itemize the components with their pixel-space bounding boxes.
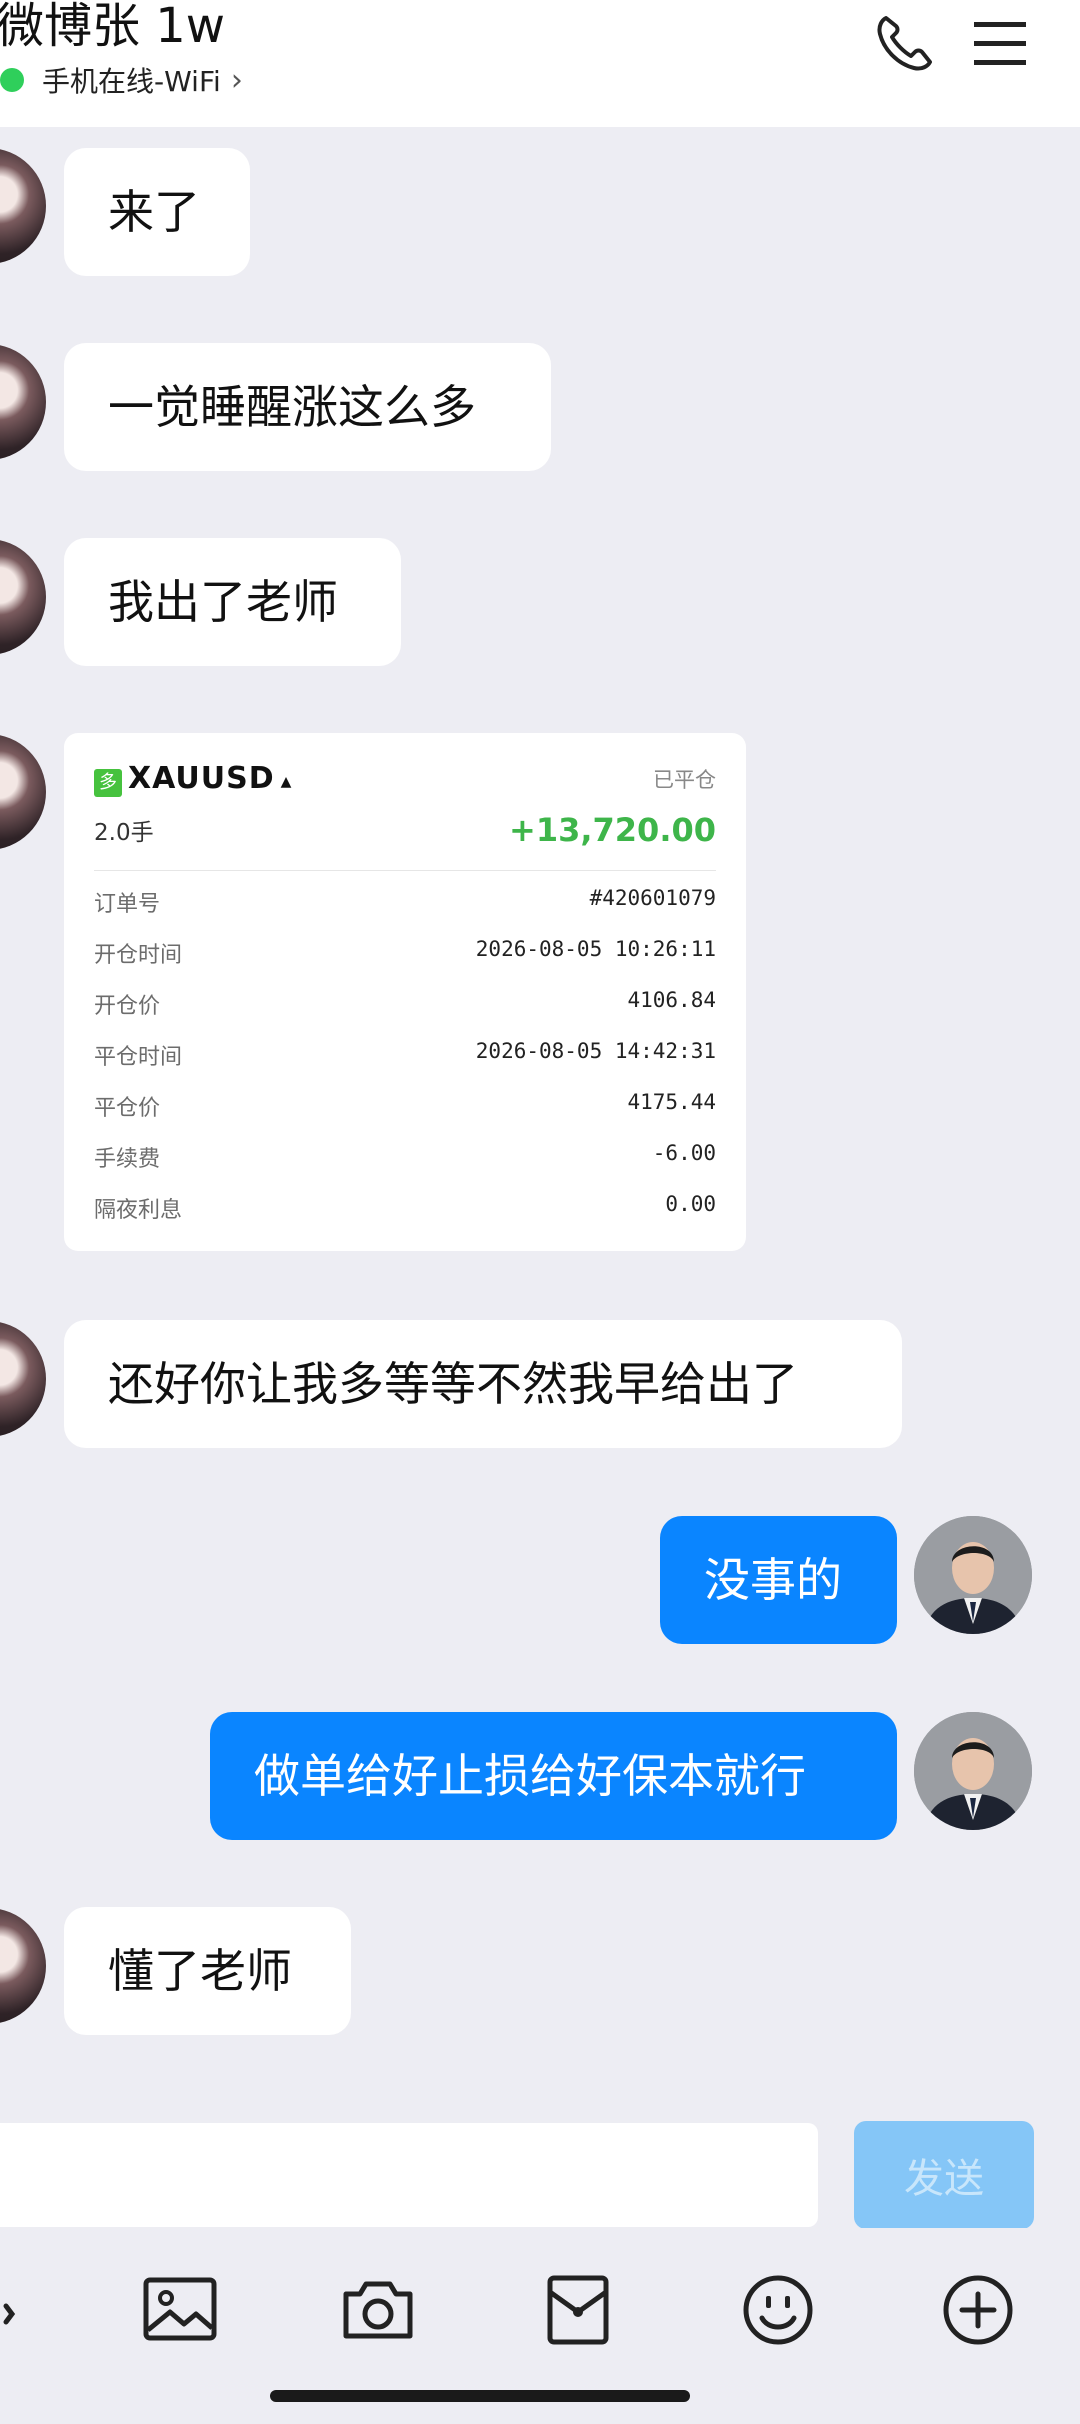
- contact-avatar[interactable]: [0, 1908, 46, 2024]
- online-status[interactable]: 手机在线-WiFi ›: [0, 60, 243, 100]
- close-price-value: 4175.44: [627, 1090, 716, 1114]
- order-id-label: 订单号: [94, 892, 161, 917]
- trade-symbol: XAUUSD: [128, 761, 275, 796]
- trade-symbol-row: 多 XAUUSD ▲: [94, 761, 291, 797]
- card-divider: [94, 870, 716, 871]
- trade-lots: 2.0手: [94, 820, 154, 846]
- menu-icon[interactable]: [968, 12, 1032, 76]
- message-bubble-outgoing[interactable]: 做单给好止损给好保本就行: [210, 1712, 897, 1840]
- open-price-label: 开仓价: [94, 994, 161, 1019]
- emoji-icon[interactable]: [738, 2270, 818, 2350]
- contact-avatar[interactable]: [0, 148, 46, 264]
- message-bubble-incoming[interactable]: 一觉睡醒涨这么多: [64, 343, 551, 471]
- contact-avatar[interactable]: [0, 1321, 46, 1437]
- commission-label: 手续费: [94, 1147, 161, 1172]
- message-bubble-incoming[interactable]: 来了: [64, 148, 250, 276]
- red-packet-icon[interactable]: [538, 2270, 618, 2350]
- message-bubble-incoming[interactable]: 还好你让我多等等不然我早给出了: [64, 1320, 902, 1448]
- close-time-value: 2026-08-05 14:42:31: [475, 1039, 716, 1063]
- chevron-right-icon: ›: [230, 62, 243, 98]
- image-icon[interactable]: [140, 2270, 220, 2350]
- camera-icon[interactable]: [338, 2270, 418, 2350]
- message-bubble-incoming[interactable]: 懂了老师: [64, 1907, 351, 2035]
- order-id-value: #420601079: [589, 886, 716, 910]
- chat-title[interactable]: 微博张 1w: [0, 0, 225, 52]
- contact-avatar[interactable]: [0, 539, 46, 655]
- open-price-value: 4106.84: [627, 988, 716, 1012]
- long-badge: 多: [94, 769, 122, 797]
- my-avatar[interactable]: [914, 1712, 1032, 1830]
- contact-avatar[interactable]: [0, 344, 46, 460]
- person-icon: [914, 1516, 1032, 1634]
- chat-header: 微博张 1w 手机在线-WiFi ›: [0, 0, 1080, 127]
- caret-up-icon: ▲: [280, 774, 292, 790]
- swap-label: 隔夜利息: [94, 1198, 183, 1223]
- trade-pnl: +13,720.00: [509, 811, 716, 849]
- message-input[interactable]: [0, 2123, 818, 2227]
- voice-icon[interactable]: [0, 2270, 40, 2350]
- trade-card[interactable]: 多 XAUUSD ▲ 已平仓 2.0手 +13,720.00 订单号 #420601…: [64, 733, 746, 1251]
- close-time-label: 平仓时间: [94, 1045, 183, 1070]
- plus-icon[interactable]: [938, 2270, 1018, 2350]
- open-time-value: 2026-08-05 10:26:11: [475, 937, 716, 961]
- composer-bar: 发送: [0, 2103, 1080, 2229]
- swap-value: 0.00: [665, 1192, 716, 1216]
- status-text: 手机在线-WiFi: [42, 65, 221, 98]
- trade-status: 已平仓: [653, 768, 716, 792]
- close-price-label: 平仓价: [94, 1096, 161, 1121]
- contact-avatar[interactable]: [0, 734, 46, 850]
- message-bubble-outgoing[interactable]: 没事的: [660, 1516, 897, 1644]
- person-icon: [914, 1712, 1032, 1830]
- send-button[interactable]: 发送: [854, 2121, 1034, 2229]
- phone-icon[interactable]: [872, 12, 936, 76]
- open-time-label: 开仓时间: [94, 943, 183, 968]
- my-avatar[interactable]: [914, 1516, 1032, 1634]
- commission-value: -6.00: [652, 1141, 716, 1165]
- message-bubble-incoming[interactable]: 我出了老师: [64, 538, 401, 666]
- home-indicator[interactable]: [270, 2390, 690, 2402]
- online-dot-icon: [0, 68, 24, 92]
